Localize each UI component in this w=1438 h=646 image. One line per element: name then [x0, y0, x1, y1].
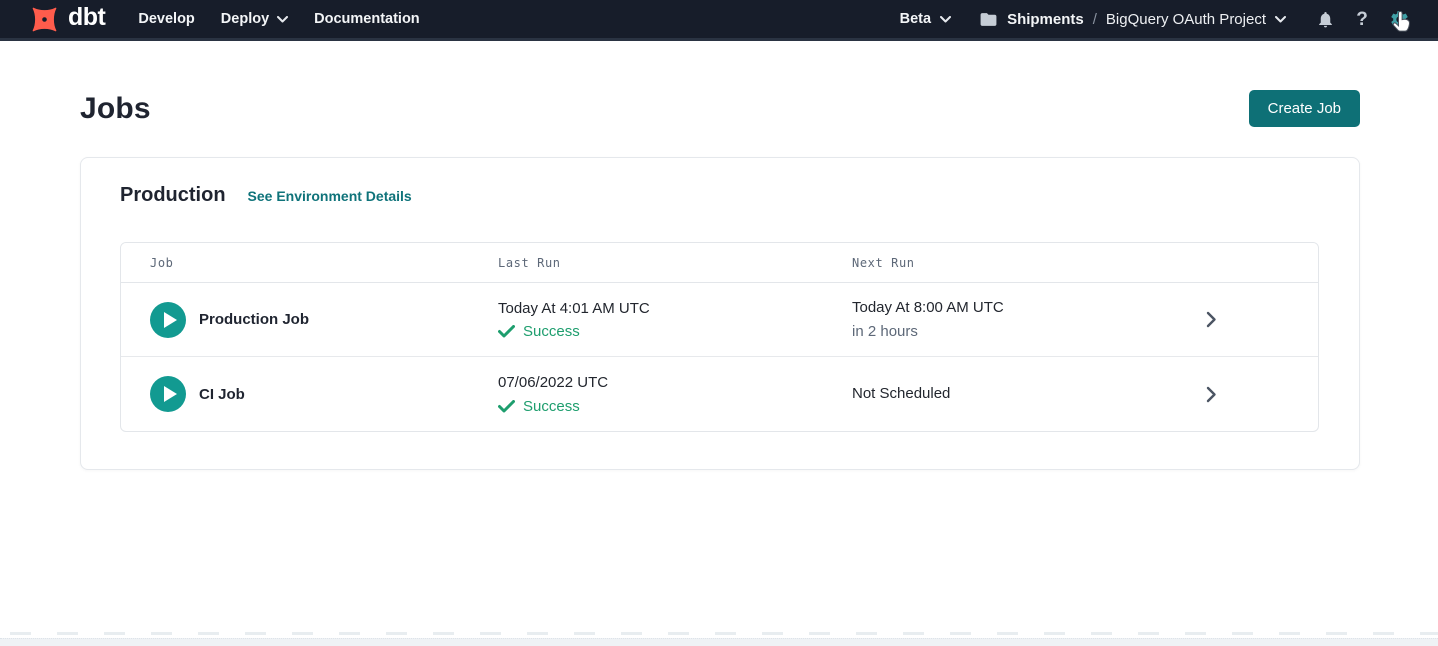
nav-action-icons: ? — [1314, 8, 1410, 30]
column-header-last-run: Last Run — [498, 256, 852, 270]
chevron-down-icon — [940, 16, 951, 23]
nav-item-documentation[interactable]: Documentation — [314, 11, 420, 27]
next-run-time: Today At 8:00 AM UTC — [852, 298, 1206, 318]
top-navigation: dbt Develop Deploy Documentation Beta — [0, 0, 1438, 41]
next-run-time: Not Scheduled — [852, 384, 1206, 404]
table-row-production-job[interactable]: Production Job Today At 4:01 AM UTC Succ… — [121, 283, 1318, 357]
column-header-job: Job — [150, 256, 498, 270]
create-job-button[interactable]: Create Job — [1249, 90, 1360, 127]
next-run-relative: in 2 hours — [852, 322, 1206, 342]
job-name: CI Job — [199, 386, 245, 403]
beta-selector[interactable]: Beta — [900, 11, 951, 27]
nav-right-cluster: Beta Shipments / BigQuery OAuth Project — [900, 8, 1410, 30]
see-environment-details-link[interactable]: See Environment Details — [248, 188, 412, 204]
status-badge: Success — [523, 323, 580, 340]
jobs-table: Job Last Run Next Run Production Job Tod… — [120, 242, 1319, 432]
dbt-logo-icon — [28, 3, 61, 36]
last-run-time: 07/06/2022 UTC — [498, 373, 852, 393]
bottom-dashed-divider — [10, 632, 1438, 635]
status-line: Success — [498, 323, 852, 340]
page-header: Jobs Create Job — [0, 90, 1438, 127]
nav-item-deploy[interactable]: Deploy — [221, 11, 288, 27]
last-run-time: Today At 4:01 AM UTC — [498, 299, 852, 319]
dbt-logo[interactable]: dbt — [28, 3, 105, 36]
play-icon[interactable] — [150, 302, 186, 338]
status-badge: Success — [523, 398, 580, 415]
help-icon[interactable]: ? — [1351, 8, 1373, 30]
breadcrumb: Shipments / BigQuery OAuth Project — [979, 10, 1286, 29]
gear-icon[interactable] — [1388, 8, 1410, 30]
play-icon[interactable] — [150, 376, 186, 412]
chevron-down-icon — [277, 16, 288, 23]
status-line: Success — [498, 398, 852, 415]
breadcrumb-project-selector[interactable]: BigQuery OAuth Project — [1106, 11, 1286, 28]
folder-icon — [979, 10, 998, 29]
nav-item-develop[interactable]: Develop — [138, 11, 194, 27]
environment-card: Production See Environment Details Job L… — [80, 157, 1360, 470]
environment-header: Production See Environment Details — [120, 184, 1319, 207]
check-icon — [498, 400, 515, 413]
chevron-down-icon — [1275, 16, 1286, 23]
breadcrumb-account[interactable]: Shipments — [979, 10, 1084, 29]
chevron-right-icon[interactable] — [1206, 311, 1217, 328]
check-icon — [498, 325, 515, 338]
bell-icon[interactable] — [1314, 8, 1336, 30]
bottom-strip — [0, 638, 1438, 646]
environment-name: Production — [120, 184, 226, 207]
jobs-table-header: Job Last Run Next Run — [121, 243, 1318, 283]
dbt-logo-text: dbt — [68, 5, 105, 33]
nav-menu: Develop Deploy Documentation — [138, 11, 419, 27]
table-row-ci-job[interactable]: CI Job 07/06/2022 UTC Success Not Schedu… — [121, 357, 1318, 431]
page-title: Jobs — [80, 92, 151, 126]
job-name: Production Job — [199, 311, 309, 328]
column-header-next-run: Next Run — [852, 256, 1206, 270]
chevron-right-icon[interactable] — [1206, 386, 1217, 403]
breadcrumb-separator: / — [1093, 11, 1097, 28]
